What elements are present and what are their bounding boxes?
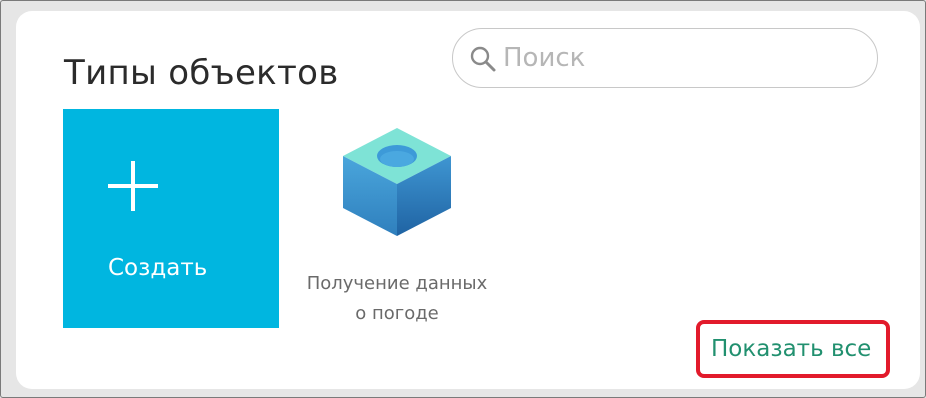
search-input[interactable] [503,41,863,75]
weather-data-tile-label: Получение данных о погоде [306,273,488,324]
weather-data-tile[interactable]: Получение данных о погоде [289,119,505,329]
show-all-label[interactable]: Показать все [711,336,871,362]
window-frame: Типы объектов Создать [0,0,926,398]
search-box[interactable] [452,28,878,88]
show-all-link[interactable]: Показать все [696,320,890,378]
object-types-panel: Типы объектов Создать [16,11,920,389]
search-icon [470,46,496,72]
page-title: Типы объектов [64,53,339,93]
create-tile[interactable]: Создать [63,109,279,328]
cube-icon [343,128,451,236]
plus-icon [108,161,158,211]
create-tile-label: Создать [108,255,208,281]
